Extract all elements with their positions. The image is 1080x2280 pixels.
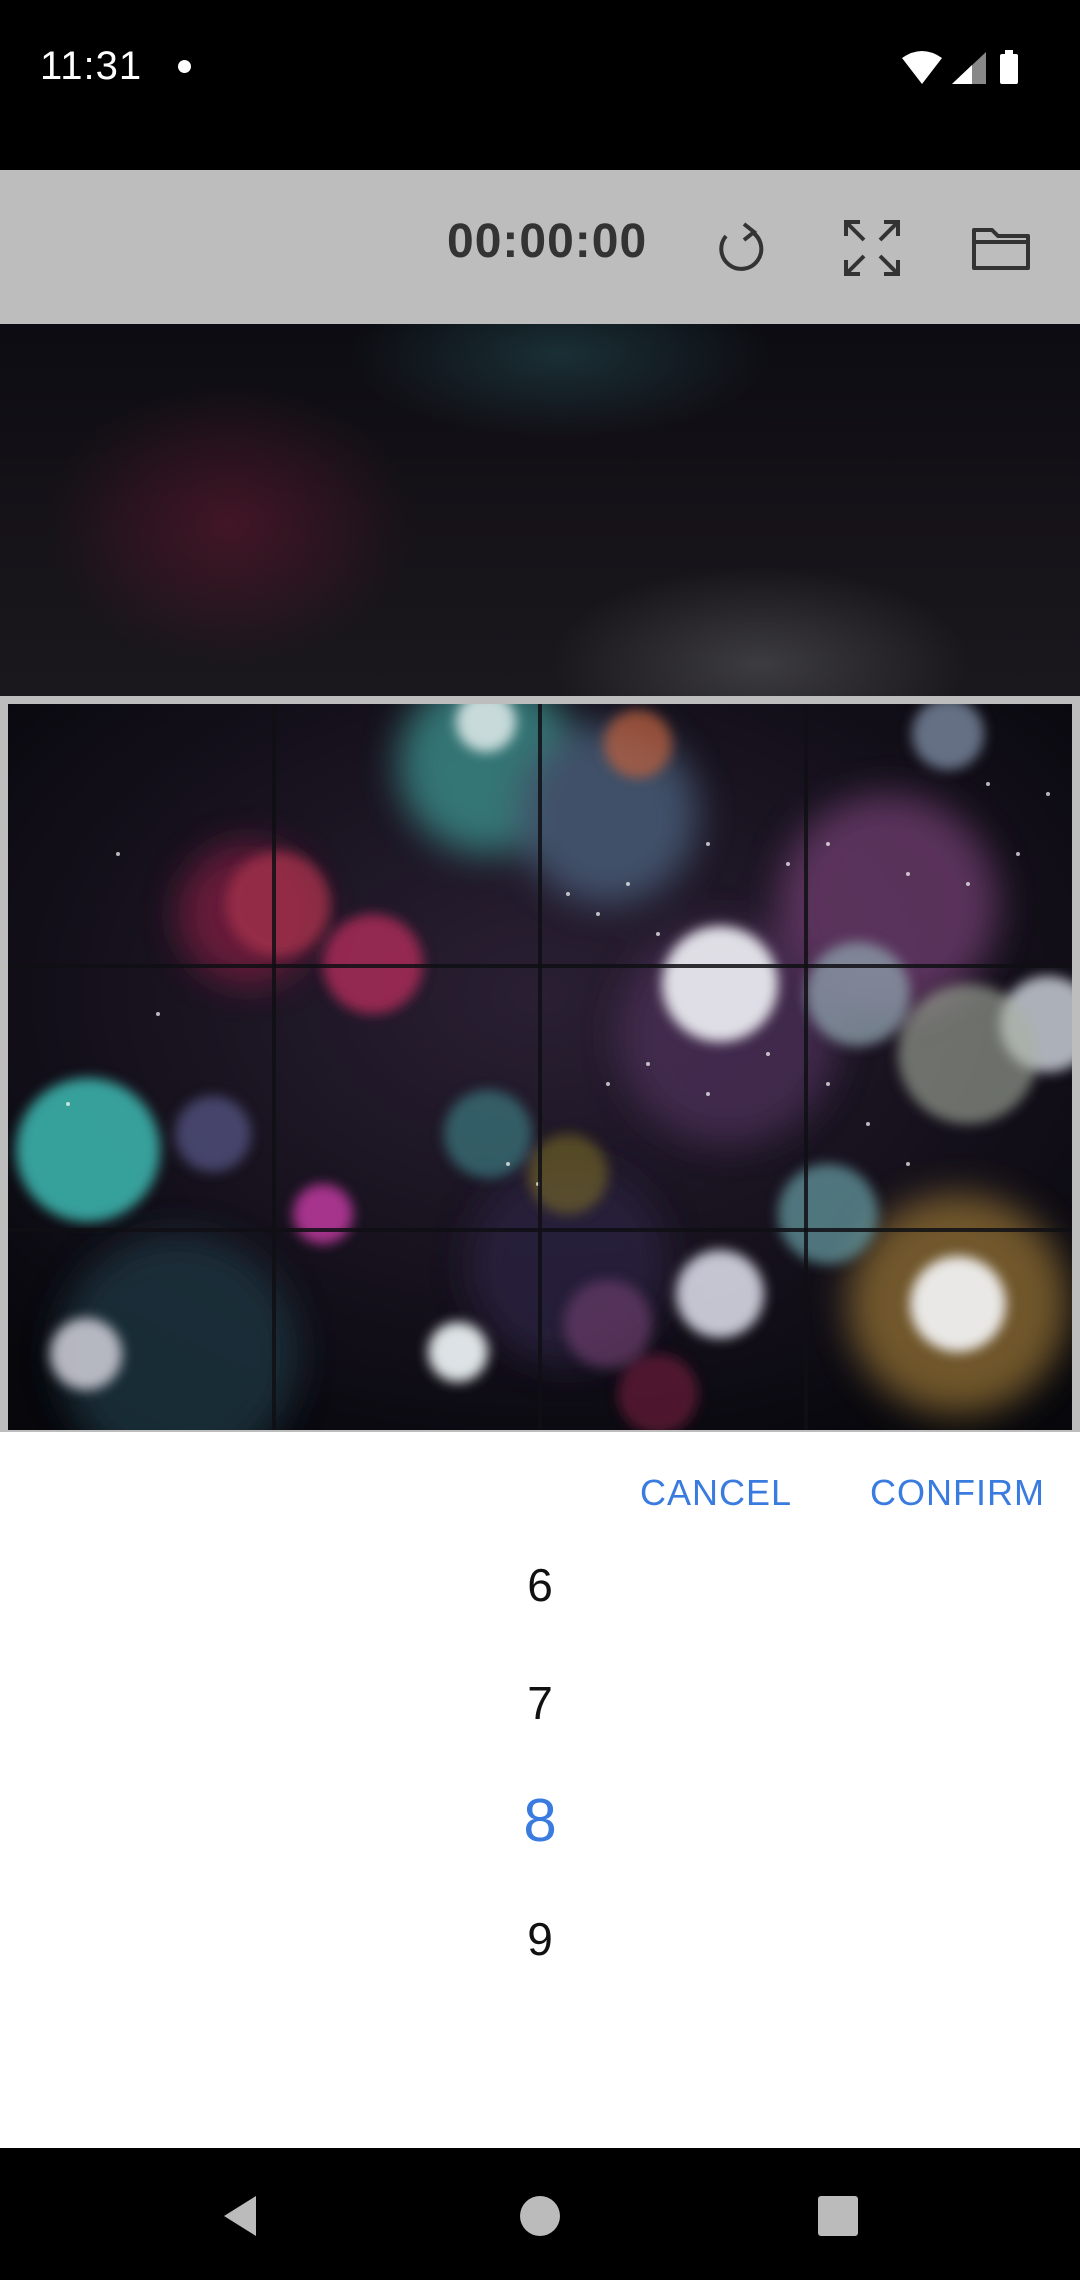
picker-option[interactable]: 9	[0, 1912, 1080, 1966]
reload-button[interactable]	[708, 216, 772, 280]
back-button[interactable]	[212, 2188, 268, 2244]
picker-option[interactable]: 6	[0, 1558, 1080, 1612]
status-icons	[900, 48, 1040, 88]
grid-line	[8, 1228, 1072, 1232]
timer: 00:00:00	[447, 215, 648, 268]
confirm-button[interactable]: CONFIRM	[870, 1472, 1045, 1514]
status-bar: 11:31	[0, 0, 1080, 170]
expand-button[interactable]	[840, 216, 904, 280]
home-button[interactable]	[512, 2188, 568, 2244]
home-icon	[520, 2196, 560, 2236]
expand-icon	[844, 220, 900, 276]
folder-icon	[972, 228, 1030, 270]
grid-line	[804, 704, 808, 1430]
toolbar: 00:00:00	[0, 170, 1080, 324]
recents-button[interactable]	[810, 2188, 866, 2244]
navigation-bar	[0, 2148, 1080, 2280]
cancel-button[interactable]: CANCEL	[640, 1472, 792, 1514]
grid-line	[272, 704, 276, 1430]
cell-signal-icon	[952, 52, 986, 84]
preview-image	[0, 324, 1080, 696]
number-picker-dialog: CANCEL CONFIRM 6 7 8 9	[0, 1432, 1080, 2148]
status-time: 11:31	[40, 44, 143, 88]
picker-option[interactable]: 7	[0, 1676, 1080, 1730]
grid-line	[8, 964, 1072, 968]
picker-option-selected[interactable]: 8	[0, 1786, 1080, 1855]
grid-line	[538, 704, 542, 1430]
puzzle-board[interactable]	[8, 704, 1072, 1430]
notification-dot-icon	[178, 60, 191, 73]
folder-button[interactable]	[970, 216, 1034, 280]
battery-icon	[1000, 50, 1018, 84]
back-icon	[224, 2196, 256, 2236]
reload-icon	[719, 222, 764, 271]
wifi-icon	[902, 51, 942, 84]
puzzle-frame	[0, 696, 1080, 1432]
recents-icon	[818, 2196, 858, 2236]
